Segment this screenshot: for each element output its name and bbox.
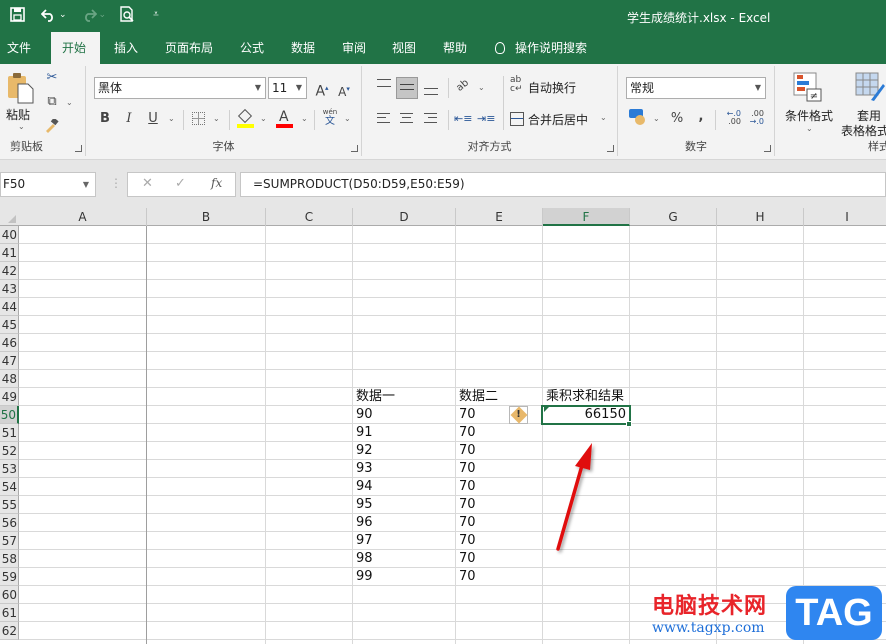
watermark-tag-logo: TAG (786, 586, 882, 640)
annotation-arrow (556, 443, 592, 551)
red-arrow-icon (556, 443, 592, 551)
watermark: 电脑技术网 www.tagxp.com TAG (652, 586, 886, 644)
watermark-cn-text: 电脑技术网 (652, 594, 768, 619)
watermark-url: www.tagxp.com (652, 620, 765, 636)
